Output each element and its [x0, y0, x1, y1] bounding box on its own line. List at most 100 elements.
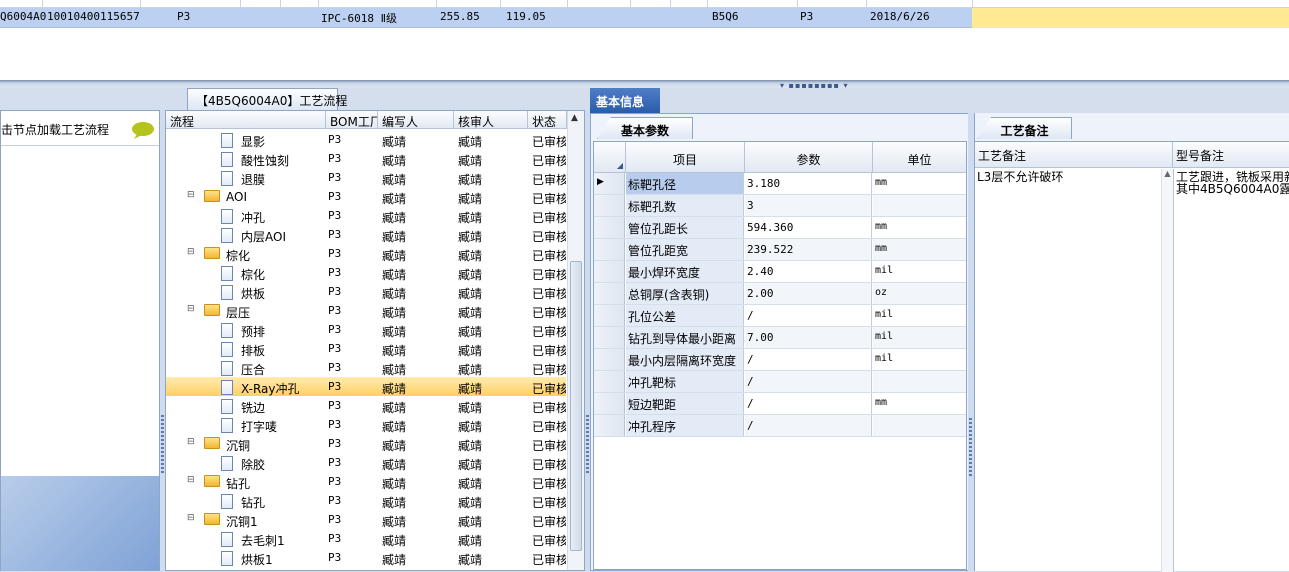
- param-row[interactable]: 冲孔程序 /: [594, 415, 966, 437]
- param-row[interactable]: 最小焊环宽度 2.40 mil: [594, 261, 966, 283]
- param-unit-cell[interactable]: mm: [873, 217, 966, 238]
- tree-row[interactable]: 冲孔 P3 臧靖 臧靖 已审核: [166, 206, 566, 225]
- model-note-header[interactable]: 型号备注: [1173, 142, 1289, 168]
- row-indicator[interactable]: ▶: [594, 173, 625, 194]
- speech-bubble-icon[interactable]: [131, 121, 155, 139]
- param-unit-cell[interactable]: [873, 371, 966, 392]
- tree-row[interactable]: 打字唛 P3 臧靖 臧靖 已审核: [166, 415, 566, 434]
- reviewer-column-header[interactable]: 核审人: [454, 111, 528, 129]
- param-value-cell[interactable]: 2.00: [745, 283, 872, 304]
- param-row[interactable]: 短边靶距 / mm: [594, 393, 966, 415]
- row-indicator[interactable]: [594, 371, 625, 392]
- process-note-cell[interactable]: L3层不允许破环: [975, 169, 1161, 185]
- param-row[interactable]: 管位孔距宽 239.522 mm: [594, 239, 966, 261]
- tree-row[interactable]: 铣边 P3 臧靖 臧靖 已审核: [166, 396, 566, 415]
- tree-row[interactable]: 退膜 P3 臧靖 臧靖 已审核: [166, 168, 566, 187]
- param-value-cell[interactable]: 594.360: [745, 217, 872, 238]
- tree-row[interactable]: 排板 P3 臧靖 臧靖 已审核: [166, 339, 566, 358]
- horizontal-splitter[interactable]: ▾ ▪▪▪▪▪▪▪▪ ▾: [0, 80, 1289, 90]
- param-value-cell[interactable]: /: [745, 305, 872, 326]
- selected-record-row[interactable]: Q6004A0 10010400115657 P3 IPC-6018 Ⅱ级 25…: [0, 8, 1289, 28]
- tree-row[interactable]: 去毛刺1 P3 臧靖 臧靖 已审核: [166, 529, 566, 548]
- tree-row[interactable]: 棕化 P3 臧靖 臧靖 已审核: [166, 263, 566, 282]
- status-column-header[interactable]: 状态: [528, 111, 567, 129]
- flow-column-header[interactable]: 流程: [166, 111, 326, 129]
- row-indicator[interactable]: [594, 261, 625, 282]
- tree-row[interactable]: X-Ray冲孔 P3 臧靖 臧靖 已审核: [166, 377, 566, 396]
- collapse-toggle-icon[interactable]: ⊟: [187, 304, 195, 314]
- param-unit-cell[interactable]: mm: [873, 239, 966, 260]
- param-value-cell[interactable]: /: [745, 349, 872, 370]
- tree-row[interactable]: 除胶 P3 臧靖 臧靖 已审核: [166, 453, 566, 472]
- param-unit-cell[interactable]: mil: [873, 305, 966, 326]
- param-unit-cell[interactable]: mil: [873, 327, 966, 348]
- param-row[interactable]: 最小内层隔离环宽度 / mil: [594, 349, 966, 371]
- param-value-cell[interactable]: /: [745, 371, 872, 392]
- param-unit-cell[interactable]: [873, 195, 966, 216]
- tree-row[interactable]: ⊟ 沉铜1 P3 臧靖 臧靖 已审核: [166, 510, 566, 529]
- param-unit-cell[interactable]: mm: [873, 393, 966, 414]
- param-value-cell[interactable]: 7.00: [745, 327, 872, 348]
- row-indicator[interactable]: [594, 239, 625, 260]
- process-note-header[interactable]: 工艺备注: [975, 142, 1173, 168]
- row-indicator[interactable]: [594, 349, 625, 370]
- unit-column-header[interactable]: 单位: [873, 142, 966, 173]
- param-row[interactable]: 标靶孔数 3: [594, 195, 966, 217]
- row-indicator[interactable]: [594, 415, 625, 436]
- param-row[interactable]: 总铜厚(含表铜) 2.00 oz: [594, 283, 966, 305]
- param-row[interactable]: 钻孔到导体最小距离 7.00 mil: [594, 327, 966, 349]
- param-column-header[interactable]: 参数: [745, 142, 873, 173]
- param-unit-cell[interactable]: oz: [873, 283, 966, 304]
- param-value-cell[interactable]: /: [745, 415, 872, 436]
- row-indicator[interactable]: [594, 195, 625, 216]
- tree-row[interactable]: ⊟ AOI P3 臧靖 臧靖 已审核: [166, 187, 566, 206]
- process-flow-tab[interactable]: 【4B5Q6004A0】工艺流程: [187, 88, 347, 110]
- tree-row[interactable]: ⊟ 棕化 P3 臧靖 臧靖 已审核: [166, 244, 566, 263]
- row-indicator[interactable]: [594, 283, 625, 304]
- param-unit-cell[interactable]: mil: [873, 261, 966, 282]
- writer-column-header[interactable]: 编写人: [378, 111, 454, 129]
- row-indicator[interactable]: [594, 327, 625, 348]
- collapse-toggle-icon[interactable]: ⊟: [187, 247, 195, 257]
- bom-column-header[interactable]: BOM工厂: [326, 111, 378, 129]
- item-column-header[interactable]: 项目: [626, 142, 745, 173]
- param-row[interactable]: ▶ 标靶孔径 3.180 mm: [594, 173, 966, 195]
- scroll-up-icon[interactable]: ▲: [571, 113, 578, 123]
- collapse-toggle-icon[interactable]: ⊟: [187, 513, 195, 523]
- tree-row[interactable]: 显影 P3 臧靖 臧靖 已审核: [166, 130, 566, 149]
- collapse-toggle-icon[interactable]: ⊟: [187, 475, 195, 485]
- process-notes-tab[interactable]: 工艺备注: [977, 117, 1072, 139]
- model-note-cell[interactable]: 工艺跟进，铣板采用新 其中4B5Q6004A0露铜位: [1173, 169, 1289, 572]
- param-unit-cell[interactable]: mm: [873, 173, 966, 194]
- tree-scroll-thumb[interactable]: [570, 261, 582, 551]
- tree-row[interactable]: 酸性蚀刻 P3 臧靖 臧靖 已审核: [166, 149, 566, 168]
- scroll-up-icon[interactable]: ▲: [1164, 169, 1170, 178]
- row-indicator[interactable]: [594, 217, 625, 238]
- param-value-cell[interactable]: 3: [745, 195, 872, 216]
- collapse-toggle-icon[interactable]: ⊟: [187, 437, 195, 447]
- tree-row[interactable]: 预排 P3 臧靖 臧靖 已审核: [166, 320, 566, 339]
- tree-row[interactable]: ⊟ 沉铜 P3 臧靖 臧靖 已审核: [166, 434, 566, 453]
- tree-row[interactable]: 烘板1 P3 臧靖 臧靖 已审核: [166, 548, 566, 567]
- collapse-toggle-icon[interactable]: ⊟: [187, 190, 195, 200]
- param-unit-cell[interactable]: mil: [873, 349, 966, 370]
- param-value-cell[interactable]: /: [745, 393, 872, 414]
- tree-row[interactable]: ⊟ 钻孔 P3 臧靖 臧靖 已审核: [166, 472, 566, 491]
- tree-row[interactable]: 烘板 P3 臧靖 臧靖 已审核: [166, 282, 566, 301]
- basic-params-tab[interactable]: 基本参数: [597, 117, 693, 139]
- row-indicator[interactable]: [594, 393, 625, 414]
- param-row[interactable]: 孔位公差 / mil: [594, 305, 966, 327]
- note-scrollbar[interactable]: ▲: [1161, 169, 1173, 572]
- tree-row[interactable]: 压合 P3 臧靖 臧靖 已审核: [166, 358, 566, 377]
- param-row[interactable]: 冲孔靶标 /: [594, 371, 966, 393]
- param-value-cell[interactable]: 239.522: [745, 239, 872, 260]
- tree-row[interactable]: 内层AOI P3 臧靖 臧靖 已审核: [166, 225, 566, 244]
- param-row[interactable]: 管位孔距长 594.360 mm: [594, 217, 966, 239]
- tree-scrollbar[interactable]: ▲: [567, 111, 584, 570]
- tree-row[interactable]: ⊟ 层压 P3 臧靖 臧靖 已审核: [166, 301, 566, 320]
- row-indicator[interactable]: [594, 305, 625, 326]
- tree-row[interactable]: 钻孔 P3 臧靖 臧靖 已审核: [166, 491, 566, 510]
- param-value-cell[interactable]: 2.40: [745, 261, 872, 282]
- param-value-cell[interactable]: 3.180: [745, 173, 872, 194]
- param-unit-cell[interactable]: [873, 415, 966, 436]
